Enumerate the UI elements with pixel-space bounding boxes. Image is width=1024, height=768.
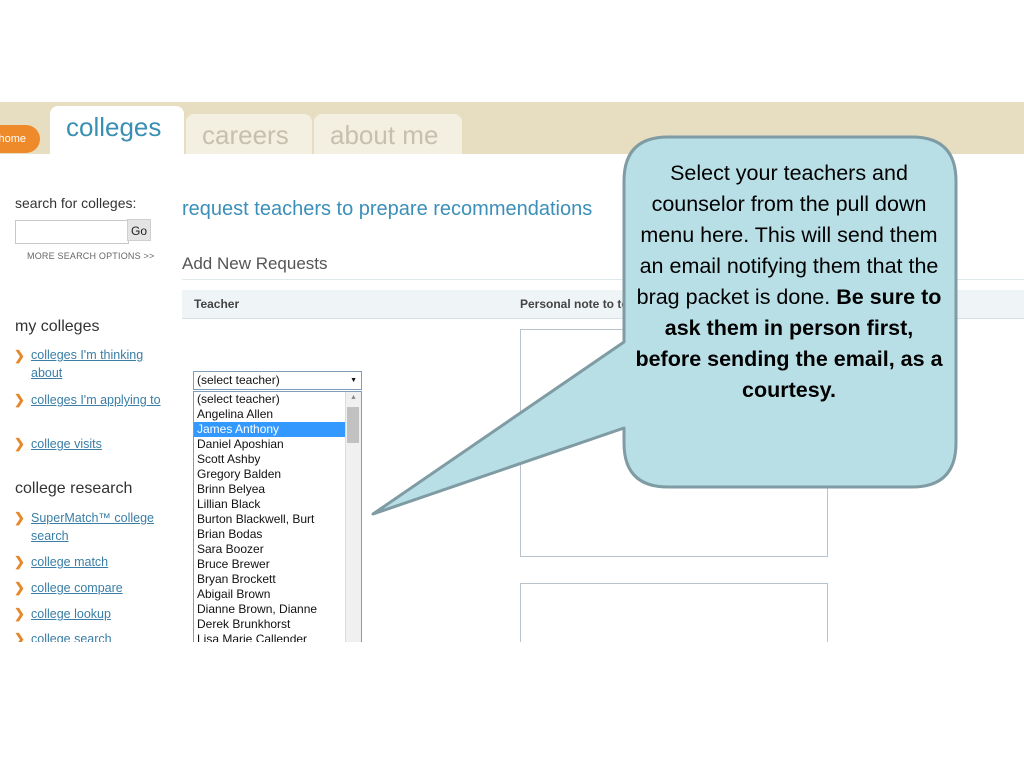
- teacher-option[interactable]: Scott Ashby: [194, 452, 346, 467]
- my-colleges-heading: my colleges: [15, 318, 100, 335]
- table-header: Teacher Personal note to teacher: [182, 290, 1024, 319]
- teacher-option[interactable]: Bruce Brewer: [194, 557, 346, 572]
- search-label: search for colleges:: [15, 195, 137, 211]
- teacher-option[interactable]: Derek Brunkhorst: [194, 617, 346, 632]
- personal-note-textarea[interactable]: [520, 329, 828, 557]
- section-title: Add New Requests: [182, 254, 328, 273]
- teacher-option[interactable]: Angelina Allen: [194, 407, 346, 422]
- teacher-option[interactable]: Brian Bodas: [194, 527, 346, 542]
- personal-note-textarea[interactable]: [520, 583, 828, 642]
- tab-about-me[interactable]: about me: [314, 114, 462, 154]
- teacher-option[interactable]: Burton Blackwell, Burt: [194, 512, 346, 527]
- teacher-dropdown-list[interactable]: (select teacher) Angelina Allen James Anth…: [193, 391, 362, 642]
- sidebar-item-thinking-about[interactable]: colleges I'm thinking about: [31, 346, 171, 382]
- college-search-input[interactable]: [15, 220, 129, 244]
- sidebar-item-college-lookup[interactable]: college lookup: [31, 605, 171, 623]
- sidebar-item-applying-to[interactable]: colleges I'm applying to: [31, 391, 171, 409]
- chevron-right-icon: ❯: [14, 510, 25, 525]
- top-nav-bar: home colleges careers about me: [0, 102, 1024, 154]
- chevron-right-icon: ❯: [14, 348, 25, 363]
- sidebar-item-college-search[interactable]: college search: [31, 630, 171, 642]
- chevron-right-icon: ❯: [14, 392, 25, 407]
- teacher-option[interactable]: Daniel Aposhian: [194, 437, 346, 452]
- teacher-option[interactable]: (select teacher): [194, 392, 346, 407]
- chevron-right-icon: ❯: [14, 554, 25, 569]
- teacher-option[interactable]: Lisa Marie Callender: [194, 632, 346, 642]
- scrollbar-thumb[interactable]: [347, 407, 359, 443]
- chevron-right-icon: ❯: [14, 436, 25, 451]
- teacher-option[interactable]: Brinn Belyea: [194, 482, 346, 497]
- sidebar-item-college-visits[interactable]: college visits: [31, 435, 171, 453]
- page-title: request teachers to prepare recommendati…: [182, 198, 593, 220]
- screenshot-region: home colleges careers about me search fo…: [0, 102, 1024, 642]
- chevron-right-icon: ❯: [14, 631, 25, 642]
- go-button[interactable]: Go: [127, 219, 151, 241]
- sidebar-item-supermatch[interactable]: SuperMatch™ college search: [31, 509, 171, 545]
- teacher-option[interactable]: Bryan Brockett: [194, 572, 346, 587]
- column-header-note: Personal note to teacher: [520, 297, 661, 311]
- more-search-options-link[interactable]: MORE SEARCH OPTIONS >>: [27, 251, 154, 261]
- sidebar-item-college-compare[interactable]: college compare: [31, 579, 171, 597]
- tab-colleges[interactable]: colleges: [50, 106, 184, 154]
- teacher-option[interactable]: Dianne Brown, Dianne: [194, 602, 346, 617]
- college-research-heading: college research: [15, 480, 133, 497]
- divider: [182, 279, 1024, 280]
- dropdown-scrollbar[interactable]: ▲: [345, 392, 361, 642]
- teacher-option[interactable]: Gregory Balden: [194, 467, 346, 482]
- teacher-select[interactable]: (select teacher) ▼: [193, 371, 362, 390]
- teacher-option[interactable]: Lillian Black: [194, 497, 346, 512]
- home-button[interactable]: home: [0, 125, 40, 153]
- tab-careers[interactable]: careers: [186, 114, 312, 154]
- chevron-right-icon: ❯: [14, 580, 25, 595]
- teacher-option[interactable]: Abigail Brown: [194, 587, 346, 602]
- teacher-select-value: (select teacher): [197, 373, 280, 387]
- dropdown-options: (select teacher) Angelina Allen James Anth…: [194, 392, 361, 642]
- scroll-up-arrow-icon[interactable]: ▲: [346, 394, 361, 401]
- sidebar-item-college-match[interactable]: college match: [31, 553, 171, 571]
- chevron-right-icon: ❯: [14, 606, 25, 621]
- dropdown-arrow-icon: ▼: [350, 377, 357, 384]
- column-header-teacher: Teacher: [194, 297, 240, 311]
- teacher-option[interactable]: James Anthony: [194, 422, 346, 437]
- teacher-option[interactable]: Sara Boozer: [194, 542, 346, 557]
